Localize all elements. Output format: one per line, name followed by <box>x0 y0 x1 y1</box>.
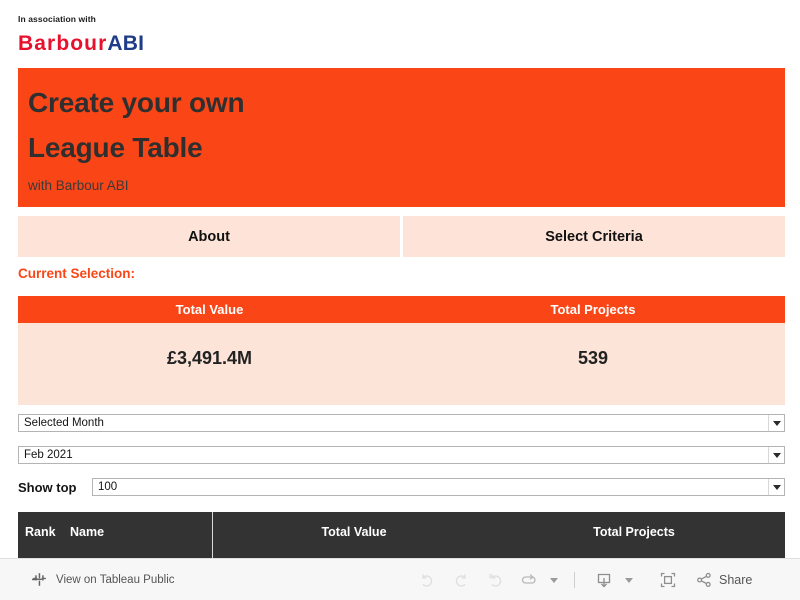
redo-button[interactable] <box>444 565 478 595</box>
kpi-header-row: Total Value Total Projects <box>18 296 785 323</box>
toolbar-actions: Share <box>410 559 752 600</box>
undo-icon <box>418 571 436 589</box>
barbour-abi-logo: BarbourABI <box>18 32 318 56</box>
kpi-header-total-value: Total Value <box>175 302 244 317</box>
share-button[interactable]: Share <box>685 571 752 589</box>
undo-button[interactable] <box>410 565 444 595</box>
viz-container: In association with BarbourABI Create yo… <box>0 0 800 558</box>
association-block: In association with BarbourABI <box>18 14 318 56</box>
league-table-header-row: Rank Name Total Value Total Projects <box>18 512 785 558</box>
column-header-total-value[interactable]: Total Value <box>214 525 494 539</box>
selected-month-value-text: Feb 2021 <box>24 449 73 461</box>
tableau-dashboard: In association with BarbourABI Create yo… <box>0 0 800 600</box>
logo-barbour-text: Barbour <box>18 32 108 55</box>
show-top-dropdown[interactable]: 100 <box>92 478 785 496</box>
page-subtitle: with Barbour ABI <box>28 178 129 193</box>
show-top-label: Show top <box>18 479 77 495</box>
column-header-name[interactable]: Name <box>70 525 104 539</box>
view-on-tableau-public-label: View on Tableau Public <box>56 573 175 586</box>
download-button[interactable] <box>587 565 621 595</box>
kpi-value-row: £3,491.4M 539 <box>18 323 785 405</box>
chevron-down-icon[interactable] <box>768 479 784 495</box>
view-on-tableau-public-link[interactable]: View on Tableau Public <box>0 572 175 587</box>
tableau-toolbar: View on Tableau Public Share <box>0 558 800 600</box>
logo-abi-text: ABI <box>107 32 145 55</box>
column-header-rank[interactable]: Rank <box>25 525 56 539</box>
toolbar-separator <box>574 572 575 588</box>
selected-month-value-dropdown[interactable]: Feb 2021 <box>18 446 785 464</box>
fullscreen-button[interactable] <box>651 565 685 595</box>
hero-banner: Create your own League Table with Barbou… <box>18 68 785 207</box>
table-column-divider <box>212 512 213 558</box>
chevron-down-icon[interactable] <box>768 447 784 463</box>
redo-icon <box>452 571 470 589</box>
kpi-header-total-projects: Total Projects <box>550 302 636 317</box>
tab-select-criteria[interactable]: Select Criteria <box>403 216 785 257</box>
show-top-value: 100 <box>98 481 118 493</box>
share-label: Share <box>719 573 753 587</box>
chevron-down-icon <box>625 577 633 583</box>
chevron-down-icon[interactable] <box>768 415 784 431</box>
refresh-dropdown-caret[interactable] <box>546 565 562 595</box>
fullscreen-icon <box>658 570 678 590</box>
download-dropdown-caret[interactable] <box>621 565 637 595</box>
selected-month-mode-value: Selected Month <box>24 417 104 429</box>
tableau-logo-icon <box>32 572 47 587</box>
refresh-button[interactable] <box>512 565 546 595</box>
chevron-down-icon <box>550 577 558 583</box>
page-title-line-1: Create your own <box>28 87 245 118</box>
kpi-panel: Total Value Total Projects £3,491.4M 539 <box>18 296 785 405</box>
association-label: In association with <box>18 14 96 24</box>
revert-icon <box>486 571 504 589</box>
kpi-value-total-projects: 539 <box>577 348 609 368</box>
page-title-line-2: League Table <box>28 132 203 163</box>
refresh-icon <box>520 571 538 589</box>
league-table: Rank Name Total Value Total Projects <box>18 512 785 558</box>
selected-month-mode-dropdown[interactable]: Selected Month <box>18 414 785 432</box>
column-header-total-projects[interactable]: Total Projects <box>494 525 774 539</box>
revert-button[interactable] <box>478 565 512 595</box>
kpi-value-total-value: £3,491.4M <box>166 348 253 368</box>
download-icon <box>594 570 614 590</box>
share-icon <box>695 571 713 589</box>
tab-about[interactable]: About <box>18 216 400 257</box>
tab-bar: About Select Criteria <box>18 216 785 257</box>
current-selection-label: Current Selection: <box>18 266 136 281</box>
page-title: Create your own League Table <box>28 80 728 170</box>
